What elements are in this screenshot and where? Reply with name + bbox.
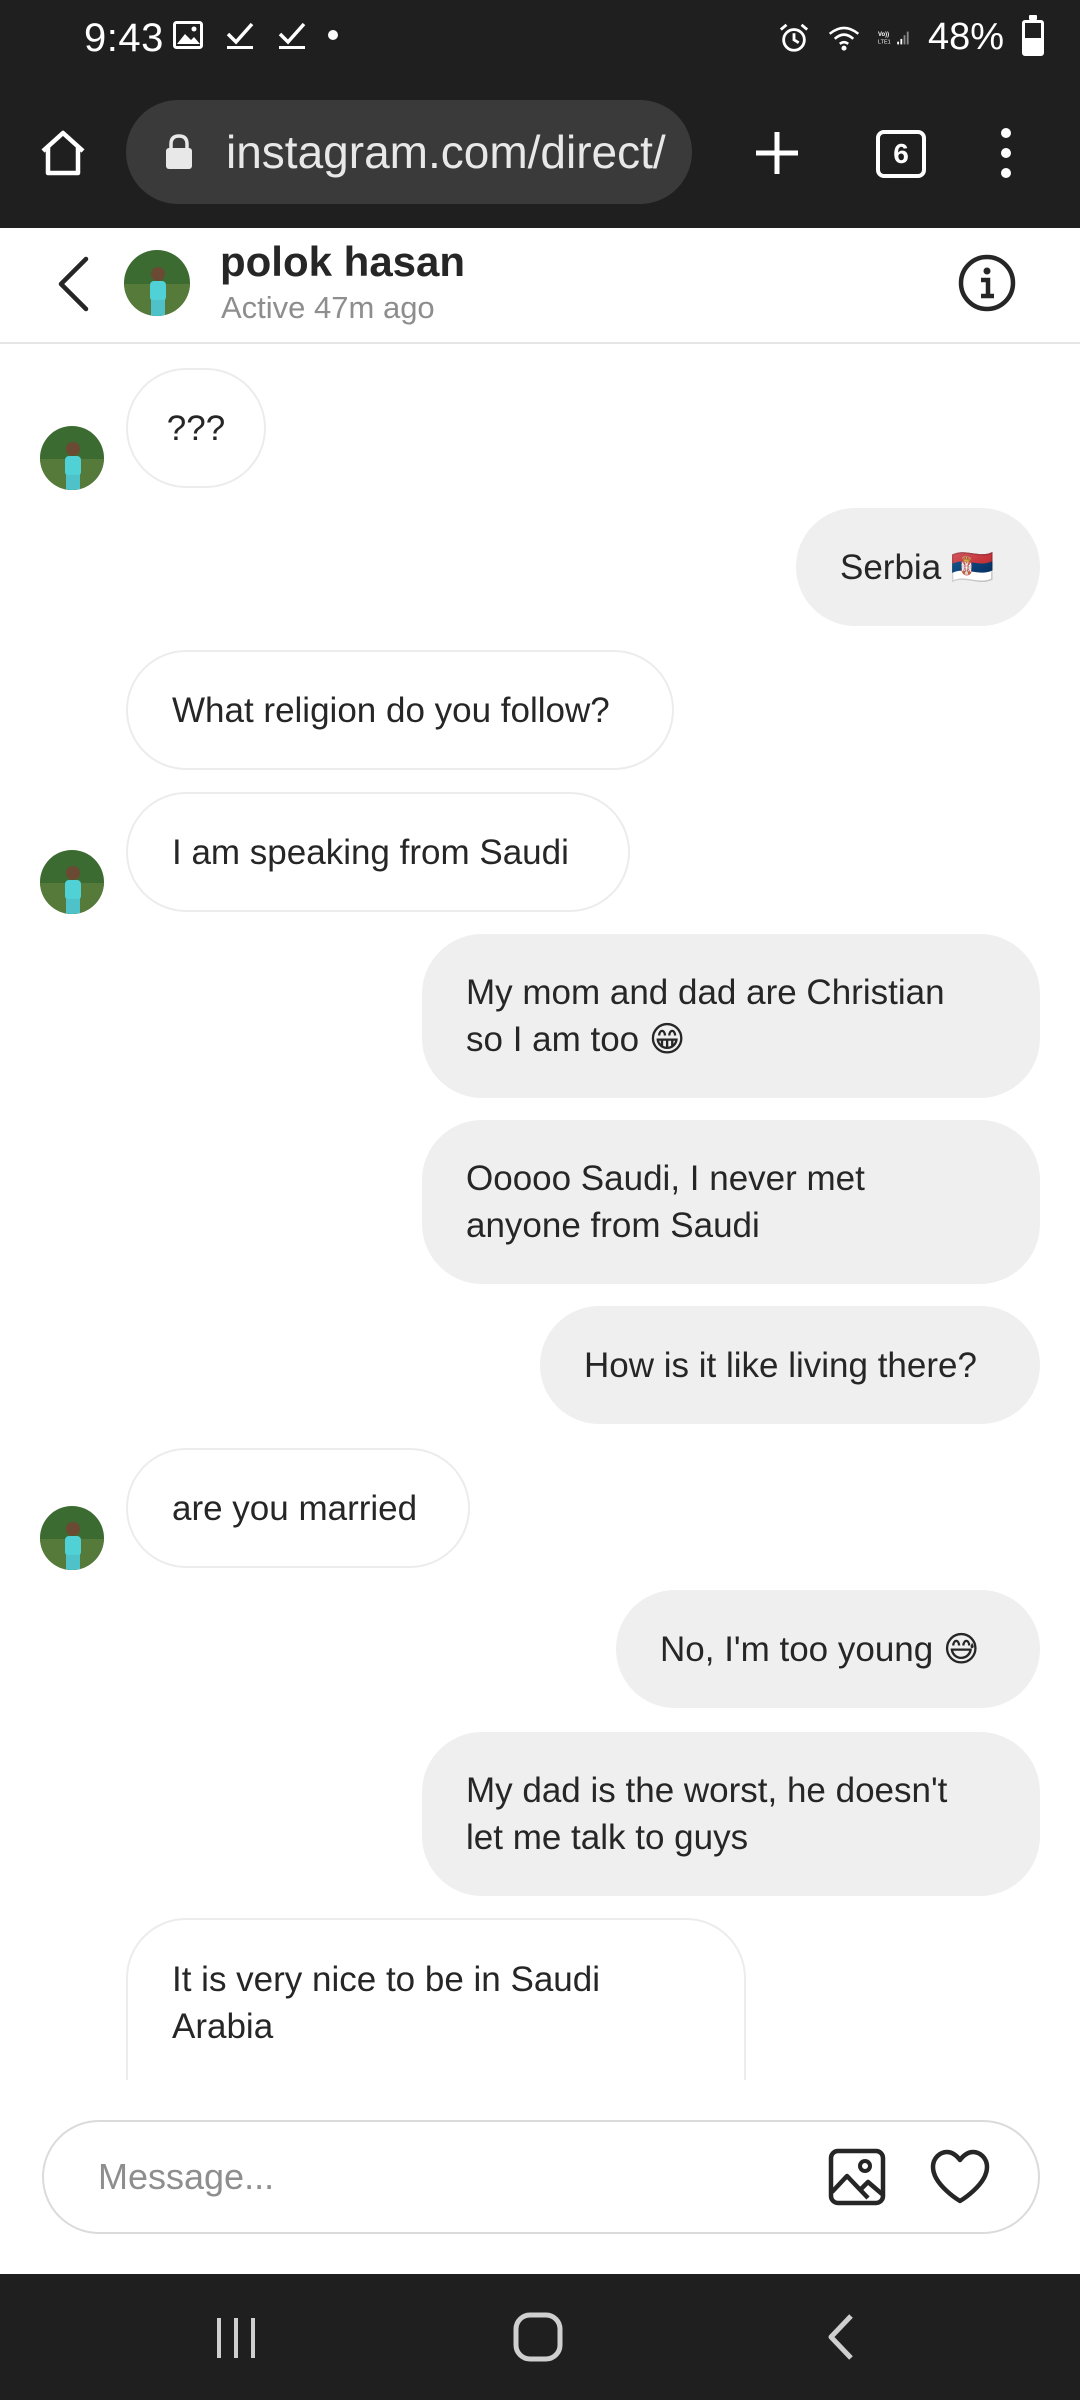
battery-icon — [1022, 14, 1044, 56]
lock-icon — [162, 132, 196, 172]
chevron-left-icon — [58, 256, 89, 312]
message-thread[interactable]: ??? Serbia 🇷🇸 What religion do you follo… — [0, 344, 1080, 2080]
avatar[interactable] — [124, 250, 190, 316]
menu-dot-icon — [1001, 128, 1011, 138]
info-icon — [958, 254, 1016, 312]
more-notifications-dot-icon — [328, 30, 338, 40]
info-button[interactable] — [956, 252, 1018, 314]
volte-signal-icon: Vo)) LTE1 — [878, 21, 910, 55]
message-bubble-outgoing[interactable]: Ooooo Saudi, I never met anyone from Sau… — [422, 1120, 1040, 1284]
svg-text:LTE1: LTE1 — [878, 39, 891, 45]
message-bubble-incoming[interactable]: I am speaking from Saudi — [126, 792, 630, 912]
home-button[interactable] — [30, 120, 96, 186]
browser-menu-button[interactable] — [986, 120, 1026, 186]
address-bar[interactable]: instagram.com/direct/ — [126, 100, 692, 204]
message-input[interactable] — [98, 2122, 818, 2232]
wifi-icon — [828, 21, 860, 55]
check-notification-icon — [224, 18, 256, 52]
tab-switcher-button[interactable]: 6 — [876, 130, 926, 178]
menu-dot-icon — [1001, 168, 1011, 178]
home-nav-button[interactable] — [498, 2304, 578, 2370]
message-bubble-outgoing[interactable]: How is it like living there? — [540, 1306, 1040, 1424]
message-bubble-incoming[interactable]: It is very nice to be in Saudi Arabia — [126, 1918, 746, 2080]
message-bubble-incoming[interactable]: What religion do you follow? — [126, 650, 674, 770]
notification-icons — [172, 18, 338, 52]
chevron-left-icon — [828, 2314, 853, 2360]
like-button[interactable] — [928, 2146, 992, 2208]
status-indicators: Vo)) LTE1 48% — [778, 14, 1044, 59]
message-bubble-outgoing[interactable]: No, I'm too young 😅 — [616, 1590, 1040, 1708]
recent-apps-icon — [217, 2318, 255, 2358]
status-bar: 9:43 Vo)) LTE1 48% — [0, 0, 1080, 80]
system-navigation-bar — [0, 2274, 1080, 2400]
message-bubble-incoming[interactable]: are you married — [126, 1448, 470, 1568]
message-bubble-outgoing[interactable]: Serbia 🇷🇸 — [796, 508, 1040, 626]
svg-text:Vo)): Vo)) — [878, 32, 889, 38]
alarm-icon — [778, 21, 810, 55]
back-nav-button[interactable] — [800, 2304, 880, 2370]
attach-image-button[interactable] — [826, 2146, 888, 2208]
avatar[interactable] — [40, 850, 104, 914]
message-bubble-outgoing[interactable]: My mom and dad are Christian so I am too… — [422, 934, 1040, 1098]
gallery-notification-icon — [172, 18, 204, 52]
image-icon — [828, 2148, 886, 2206]
home-icon — [41, 130, 85, 176]
message-composer — [42, 2120, 1040, 2234]
active-status: Active 47m ago — [221, 290, 435, 325]
plus-icon — [756, 132, 798, 174]
home-nav-icon — [513, 2312, 563, 2362]
status-time: 9:43 — [84, 16, 164, 60]
url-text: instagram.com/direct/ — [226, 126, 666, 178]
message-bubble-outgoing[interactable]: My dad is the worst, he doesn't let me t… — [422, 1732, 1040, 1896]
message-bubble-incoming[interactable]: ??? — [126, 368, 266, 488]
contact-name[interactable]: polok hasan — [220, 238, 465, 286]
heart-icon — [930, 2149, 990, 2204]
back-button[interactable] — [48, 254, 98, 314]
check-notification-icon — [276, 18, 308, 52]
recent-apps-button[interactable] — [196, 2304, 276, 2370]
browser-toolbar: instagram.com/direct/ 6 — [0, 80, 1080, 228]
chat-header: polok hasan Active 47m ago — [0, 228, 1080, 344]
battery-percent: 48% — [927, 16, 1004, 58]
avatar[interactable] — [40, 426, 104, 490]
menu-dot-icon — [1001, 148, 1011, 158]
new-tab-button[interactable] — [748, 120, 806, 186]
avatar[interactable] — [40, 1506, 104, 1570]
